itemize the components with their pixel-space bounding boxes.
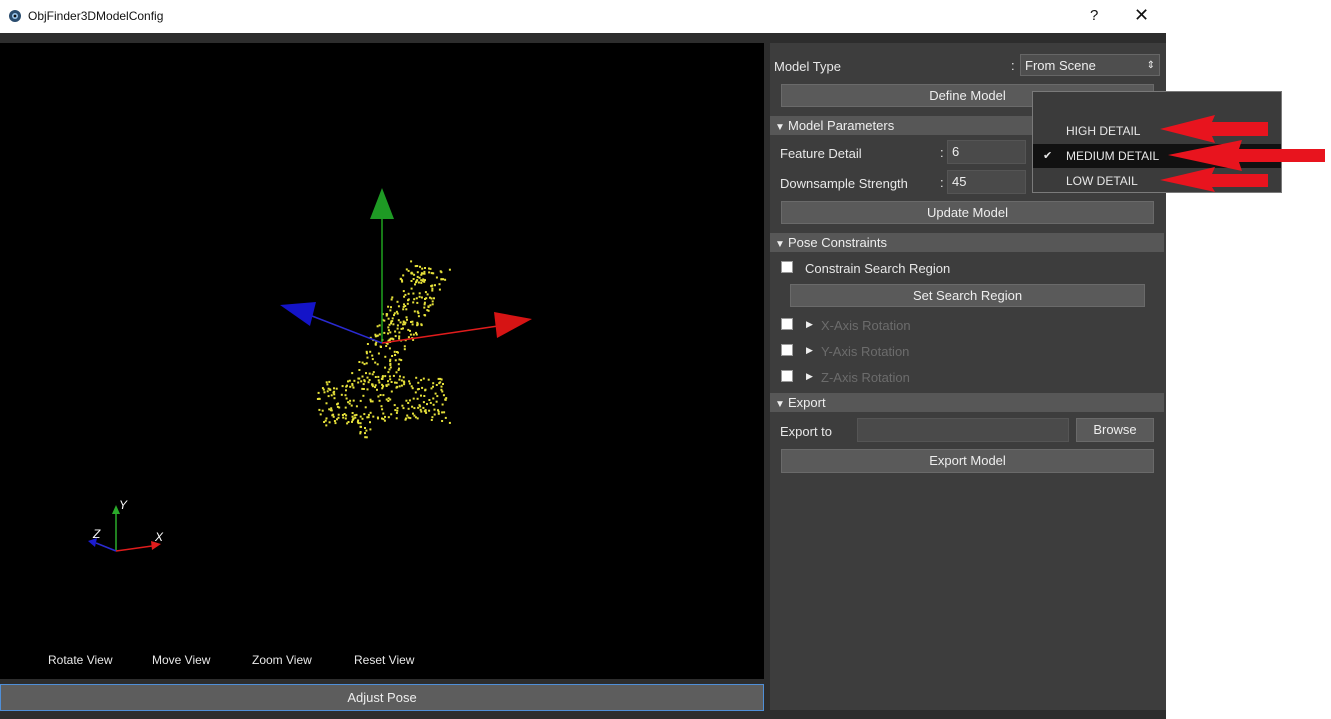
feature-detail-label: Feature Detail	[780, 146, 862, 161]
title-bar: ObjFinder3DModelConfig ? ✕	[0, 0, 1166, 33]
low-detail-label: LOW DETAIL	[1066, 174, 1138, 188]
x-axis-rotation-label: X-Axis Rotation	[821, 318, 911, 333]
collapse-down-icon: ▼	[775, 239, 785, 250]
model-type-value: From Scene	[1025, 58, 1096, 73]
z-axis-rotation-label: Z-Axis Rotation	[821, 370, 910, 385]
expand-right-icon[interactable]: ▶	[806, 319, 813, 330]
expand-right-icon[interactable]: ▶	[806, 345, 813, 356]
reset-view-button[interactable]: Reset View	[354, 653, 414, 667]
set-search-region-button[interactable]: Set Search Region	[790, 284, 1145, 307]
browse-button[interactable]: Browse	[1076, 418, 1154, 442]
y-axis-rotation-label: Y-Axis Rotation	[821, 344, 910, 359]
export-path-field[interactable]	[857, 418, 1069, 442]
update-model-button[interactable]: Update Model	[781, 201, 1154, 224]
collapse-down-icon: ▼	[775, 399, 785, 410]
model-type-colon: :	[1011, 58, 1015, 73]
downsample-strength-field[interactable]: 45	[947, 170, 1026, 194]
model-type-label: Model Type	[774, 59, 841, 74]
z-axis-line	[311, 315, 383, 344]
constrain-search-label: Constrain Search Region	[805, 261, 951, 276]
expand-right-icon[interactable]: ▶	[806, 371, 813, 382]
move-view-button[interactable]: Move View	[152, 653, 210, 667]
arrow-left-icon	[1168, 140, 1325, 171]
feature-detail-field[interactable]: 6	[947, 140, 1026, 164]
x-axis-line	[381, 325, 499, 344]
gizmo-x-line	[115, 545, 153, 552]
collapse-down-icon: ▼	[775, 122, 785, 133]
adjust-pose-button[interactable]: Adjust Pose	[0, 684, 764, 711]
checkmark-icon: ✔	[1043, 150, 1053, 162]
point-cloud-scene[interactable]: Y X Z	[0, 43, 764, 679]
gizmo-y-label: Y	[119, 498, 128, 512]
export-to-label: Export to	[780, 424, 833, 439]
window-title: ObjFinder3DModelConfig	[28, 9, 164, 23]
model-parameters-title: Model Parameters	[788, 118, 895, 133]
3d-viewport[interactable]: Y X Z Rotate View Move View Zoom View Re…	[0, 43, 764, 679]
x-axis-cone	[494, 312, 532, 338]
gizmo-z-label: Z	[92, 527, 101, 541]
y-axis-cone	[370, 188, 394, 219]
downsample-strength-label: Downsample Strength	[780, 176, 908, 191]
y-rotation-checkbox[interactable]	[781, 344, 793, 356]
annotation-arrows	[1160, 115, 1325, 192]
help-button[interactable]: ?	[1090, 7, 1098, 24]
select-arrows-icon: ⇕	[1146, 60, 1155, 71]
zoom-view-button[interactable]: Zoom View	[252, 653, 312, 667]
export-title: Export	[788, 395, 826, 410]
high-detail-label: HIGH DETAIL	[1066, 124, 1141, 138]
x-rotation-checkbox[interactable]	[781, 318, 793, 330]
downsample-colon: :	[940, 175, 944, 190]
feature-detail-colon: :	[940, 145, 944, 160]
export-header[interactable]: ▼ Export	[770, 393, 1164, 412]
constrain-search-checkbox[interactable]	[781, 261, 793, 273]
app-eye-icon	[9, 10, 21, 22]
model-type-select[interactable]: From Scene ⇕	[1020, 54, 1160, 76]
z-rotation-checkbox[interactable]	[781, 370, 793, 382]
app-window: ObjFinder3DModelConfig ? ✕ Y X Z Rotate …	[0, 0, 1166, 719]
arrow-left-icon	[1160, 167, 1268, 192]
z-axis-cone	[280, 302, 316, 326]
export-model-button[interactable]: Export Model	[781, 449, 1154, 473]
close-button[interactable]: ✕	[1134, 5, 1149, 26]
gizmo-x-label: X	[154, 530, 164, 544]
pose-constraints-header[interactable]: ▼ Pose Constraints	[770, 233, 1164, 252]
point-cloud	[316, 260, 451, 439]
gizmo-z-line	[95, 542, 117, 552]
pose-constraints-title: Pose Constraints	[788, 235, 887, 250]
arrow-left-icon	[1160, 115, 1268, 143]
medium-detail-label: MEDIUM DETAIL	[1066, 149, 1160, 163]
rotate-view-button[interactable]: Rotate View	[48, 653, 112, 667]
